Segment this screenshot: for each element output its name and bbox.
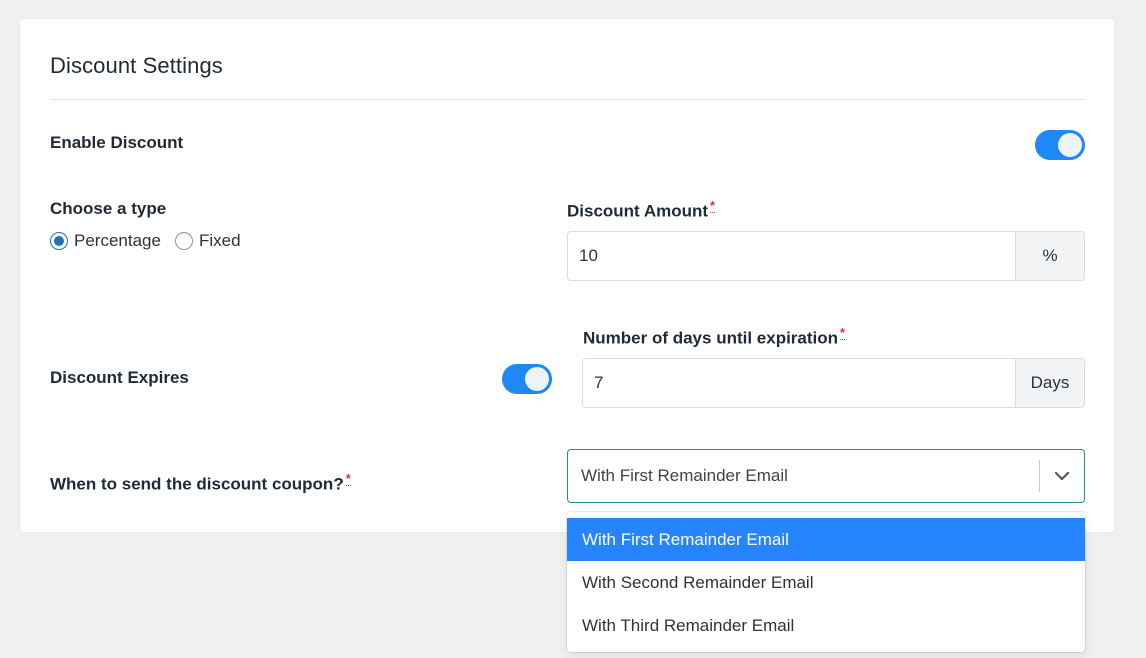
radio-percentage[interactable]: Percentage: [50, 231, 161, 251]
discount-expires-label: Discount Expires: [50, 368, 189, 387]
expiration-days-input[interactable]: 7: [583, 359, 1015, 407]
dropdown-option[interactable]: With Third Remainder Email: [567, 604, 1085, 647]
expiration-days-input-group: 7 Days: [582, 358, 1085, 408]
discount-amount-label: Discount Amount *: [567, 198, 716, 222]
expiration-days-label-text: Number of days until expiration: [583, 328, 839, 348]
section-title: Discount Settings: [50, 53, 223, 78]
expiration-days-label: Number of days until expiration *: [583, 325, 846, 349]
radio-fixed-indicator[interactable]: [174, 232, 193, 250]
toggle-knob: [1058, 133, 1082, 157]
discount-expires-toggle[interactable]: [502, 364, 552, 394]
dropdown-option[interactable]: With Second Remainder Email: [567, 561, 1085, 604]
send-coupon-label-text: When to send the discount coupon?: [50, 474, 344, 494]
radio-fixed[interactable]: Fixed: [174, 231, 241, 251]
required-mark: *: [710, 198, 716, 213]
divider: [50, 99, 1084, 100]
discount-amount-label-text: Discount Amount: [567, 201, 709, 221]
radio-percentage-indicator[interactable]: [50, 232, 68, 250]
days-addon: Days: [1015, 359, 1084, 407]
discount-amount-input[interactable]: 10: [568, 232, 1015, 280]
required-mark: *: [345, 471, 351, 486]
percent-addon: %: [1015, 232, 1084, 280]
send-coupon-select[interactable]: With First Remainder Email: [567, 449, 1085, 503]
radio-fixed-label: Fixed: [198, 231, 241, 250]
enable-discount-toggle[interactable]: [1035, 130, 1085, 160]
discount-amount-input-group: 10 %: [567, 231, 1085, 281]
send-coupon-selected-value: With First Remainder Email: [581, 466, 788, 485]
send-coupon-label: When to send the discount coupon? *: [50, 472, 351, 495]
chevron-down-icon[interactable]: [1040, 471, 1084, 481]
dropdown-option[interactable]: With First Remainder Email: [567, 518, 1085, 561]
toggle-knob: [525, 367, 549, 391]
radio-percentage-label: Percentage: [74, 231, 161, 250]
discount-type-radio-group: Percentage Fixed: [50, 231, 255, 251]
required-mark: *: [840, 325, 846, 340]
send-coupon-dropdown-menu: With First Remainder Email With Second R…: [567, 512, 1085, 652]
discount-type-label: Choose a type: [50, 199, 167, 218]
enable-discount-label: Enable Discount: [50, 133, 184, 152]
